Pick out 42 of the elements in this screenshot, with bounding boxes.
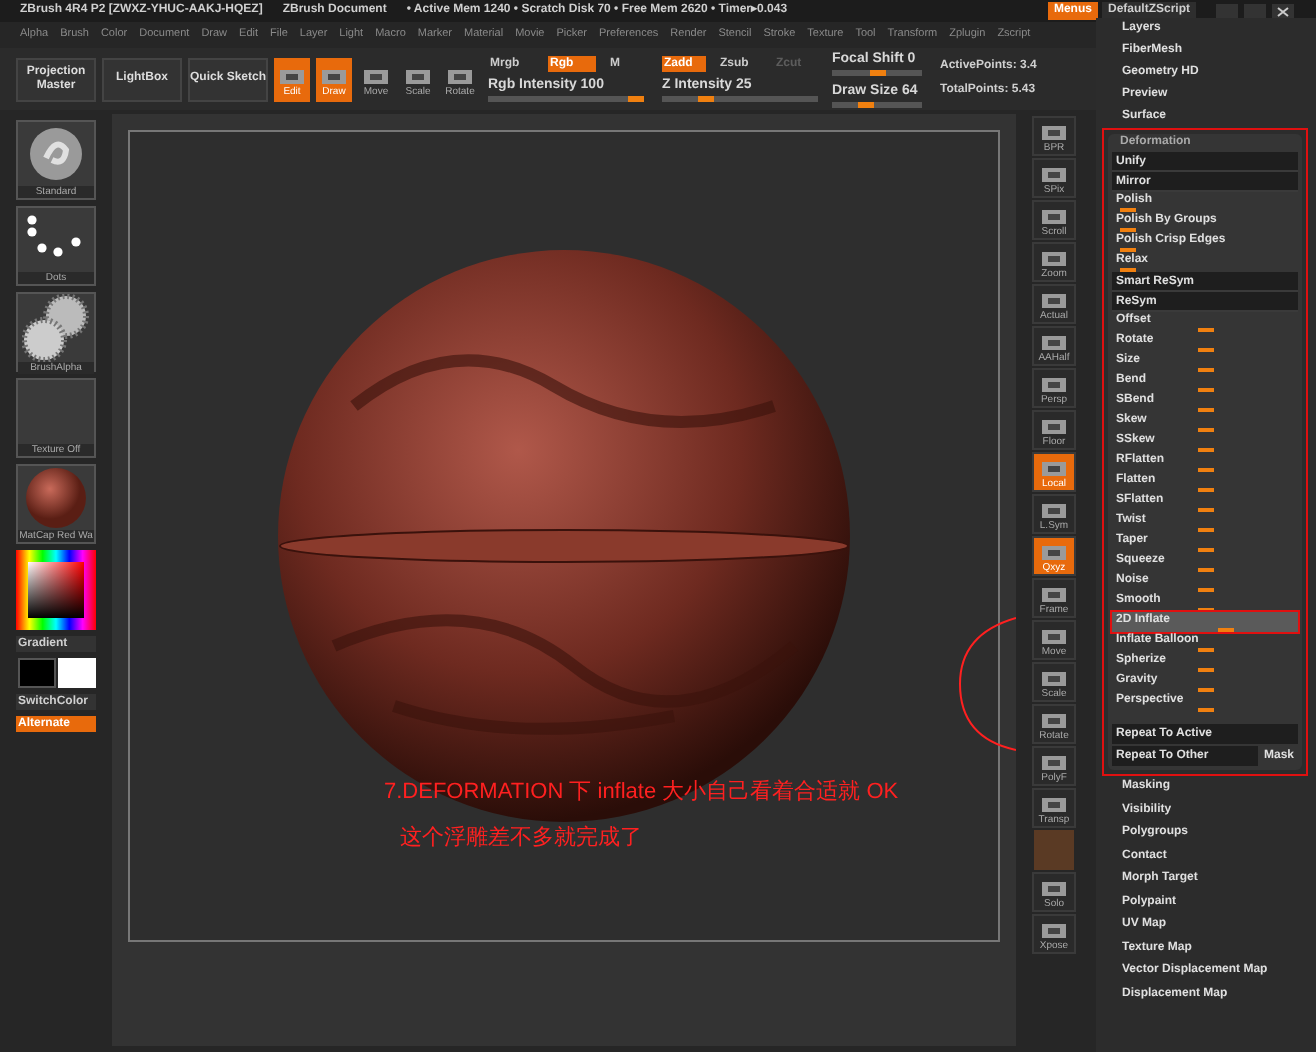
annotation-arc-drawing [956, 614, 1016, 754]
slider-track[interactable] [832, 70, 922, 76]
tool-glyph-icon [1040, 712, 1068, 730]
tool-glyph-icon [1040, 754, 1068, 772]
slider-thumb[interactable] [869, 70, 885, 76]
tool-glyph-icon [1040, 334, 1068, 352]
tool-glyph-icon [320, 68, 348, 86]
tool-glyph-icon [1040, 460, 1068, 478]
tool-glyph-icon [1040, 922, 1068, 940]
tool-glyph-icon [1040, 376, 1068, 394]
material-sphere-icon [24, 466, 88, 530]
tool-glyph-icon [1040, 544, 1068, 562]
tool-glyph-icon [1040, 250, 1068, 268]
noise-alpha-icon [22, 294, 90, 362]
tool-glyph-icon [1040, 796, 1068, 814]
color-picker[interactable] [16, 550, 96, 630]
slider-track[interactable] [662, 96, 818, 102]
primary-color-swatch[interactable] [17, 658, 55, 688]
slider-thumb[interactable] [857, 102, 874, 108]
tool-glyph-icon [1040, 292, 1068, 310]
secondary-color-swatch[interactable] [57, 658, 95, 688]
tool-glyph-icon [1040, 418, 1068, 436]
tool-glyph-icon [1040, 502, 1068, 520]
tool-glyph-icon [1040, 628, 1068, 646]
tool-glyph-icon [404, 68, 432, 86]
annotation-text: 7.DEFORMATION 下 inflate 大小自己看着合适就 OK [384, 777, 899, 808]
tool-glyph-icon [362, 68, 390, 86]
tool-glyph-icon [1040, 124, 1068, 142]
tool-glyph-icon [1040, 166, 1068, 184]
slider-track[interactable] [832, 102, 922, 108]
brush-stroke-icon [26, 124, 86, 184]
tool-glyph-icon [1040, 670, 1068, 688]
tool-glyph-icon [446, 68, 474, 86]
tool-glyph-icon [1040, 880, 1068, 898]
slider-thumb[interactable] [697, 96, 713, 102]
tool-glyph-icon [1040, 208, 1068, 226]
tool-glyph-icon [278, 68, 306, 86]
slider-thumb[interactable] [628, 96, 644, 102]
window-controls-icon[interactable] [1216, 3, 1296, 19]
slider-track[interactable] [488, 96, 644, 102]
tool-glyph-icon [1040, 586, 1068, 604]
annotation-text: 这个浮雕差不多就完成了 [400, 823, 644, 853]
